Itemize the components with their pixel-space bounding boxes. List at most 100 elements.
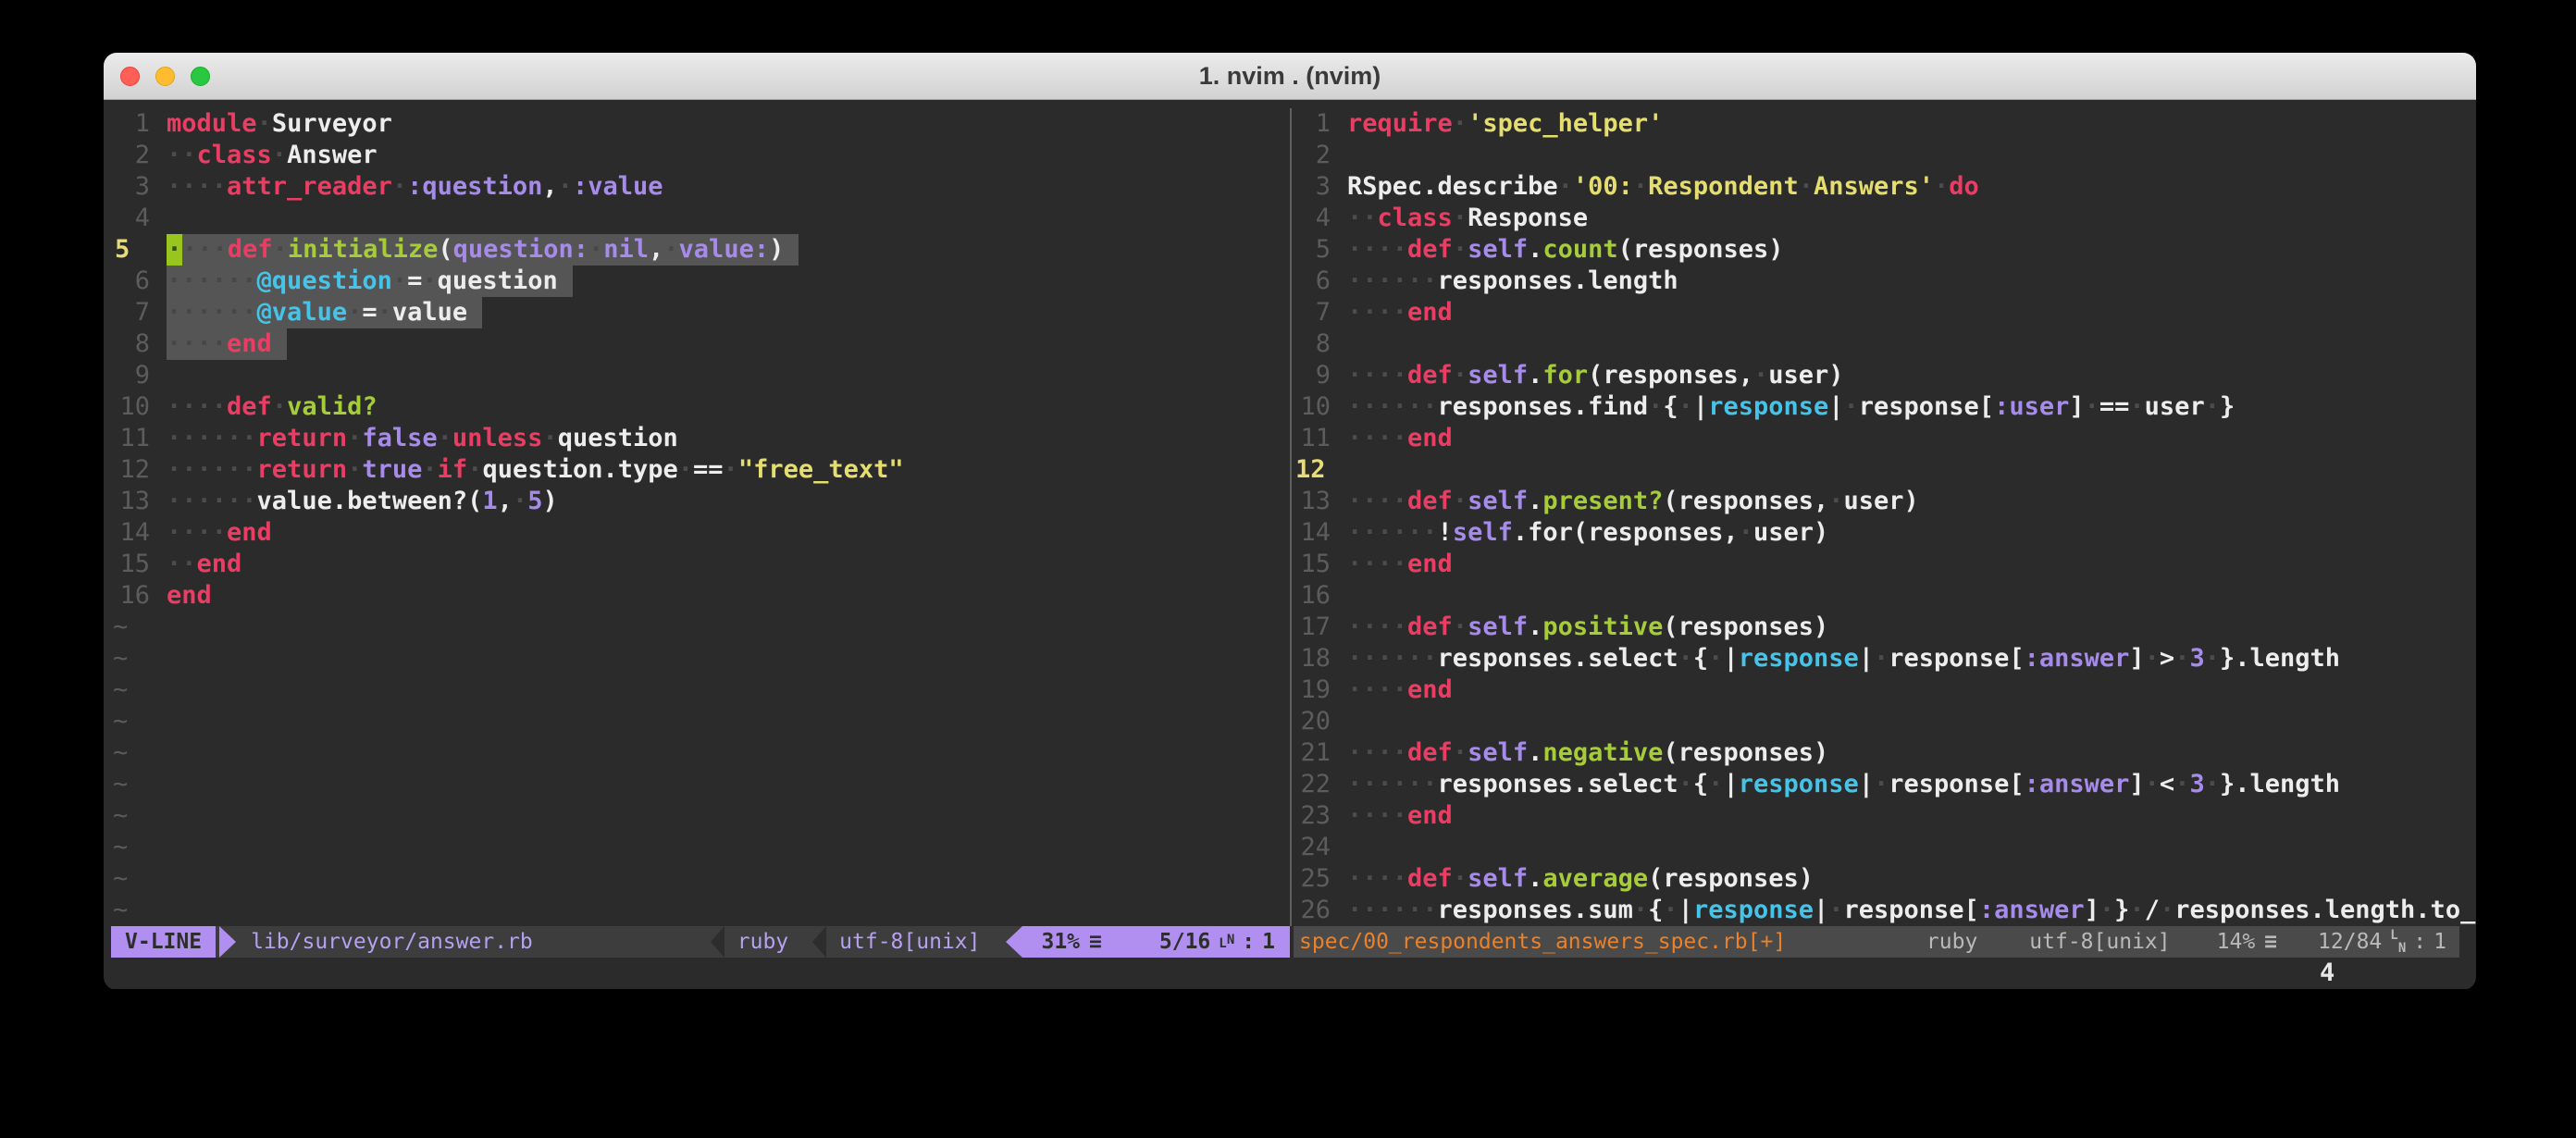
code-text: ······@question·=·question: [167, 266, 573, 297]
code-text: ····end: [1347, 674, 1453, 706]
code-text: ······responses.find·{·|response|·respon…: [1347, 391, 2235, 423]
code-text: module·Surveyor: [167, 108, 392, 140]
active-filename: lib/surveyor/answer.rb: [251, 930, 533, 954]
line-number: 3: [113, 171, 150, 203]
code-line[interactable]: 2··class·Answer: [113, 140, 1288, 171]
empty-buffer-line: ~: [113, 706, 1288, 737]
code-line[interactable]: 13······value.between?(1,·5): [113, 486, 1288, 517]
tilde-marker: ~: [113, 800, 128, 832]
code-line[interactable]: 20: [1294, 706, 2476, 737]
line-number: 14: [1294, 517, 1331, 549]
code-text: ······responses.sum·{·|response|·respons…: [1347, 895, 2476, 926]
scroll-percent: 31%: [1041, 926, 1080, 958]
line-number: 13: [113, 486, 150, 517]
code-line[interactable]: 1require·'spec_helper': [1294, 108, 2476, 140]
zoom-button-icon[interactable]: [191, 67, 210, 86]
code-line[interactable]: 21····def·self.negative(responses): [1294, 737, 2476, 769]
code-line[interactable]: 9····def·self.for(responses,·user): [1294, 360, 2476, 391]
code-line[interactable]: 5 ····def·self.count(responses): [1294, 234, 2476, 266]
code-line[interactable]: 4: [113, 203, 1288, 234]
code-line[interactable]: 2: [1294, 140, 2476, 171]
code-line[interactable]: 24: [1294, 832, 2476, 863]
code-line[interactable]: 11····end: [1294, 423, 2476, 454]
code-text: ··class·Response: [1347, 203, 1588, 234]
code-line[interactable]: 15····end: [1294, 549, 2476, 580]
window-split-divider[interactable]: [1290, 108, 1292, 926]
code-text: ··class·Answer: [167, 140, 378, 171]
code-line[interactable]: 11······return·false·unless·question: [113, 423, 1288, 454]
code-line[interactable]: 17····def·self.positive(responses): [1294, 612, 2476, 643]
powerline-arrow-right-icon: [219, 926, 236, 958]
code-text: RSpec.describe·'00:·Respondent·Answers'·…: [1347, 171, 1979, 203]
cursor-position-segment: 31% ≡ 5/16 LN : 1: [1022, 926, 1290, 958]
inactive-filename: spec/00_respondents_answers_spec.rb[+]: [1299, 930, 1786, 954]
minimize-button-icon[interactable]: [155, 67, 175, 86]
line-number: 22: [1294, 769, 1331, 800]
line-number: 10: [1294, 391, 1331, 423]
code-line[interactable]: 8····end: [113, 328, 1288, 360]
close-button-icon[interactable]: [120, 67, 140, 86]
code-line[interactable]: 8: [1294, 328, 2476, 360]
code-text: ····def·self.positive(responses): [1347, 612, 1828, 643]
editor-pane-left[interactable]: 1module·Surveyor2··class·Answer3····attr…: [113, 108, 1288, 926]
code-line[interactable]: 10····def·valid?: [113, 391, 1288, 423]
cursor-block: ·: [167, 234, 182, 266]
line-number: 3: [1294, 171, 1331, 203]
powerline-arrow-left-icon: [1006, 926, 1022, 958]
code-line[interactable]: 7······@value·=·value: [113, 297, 1288, 328]
code-line[interactable]: 6······responses.length: [1294, 266, 2476, 297]
line-number: 25: [1294, 863, 1331, 895]
code-text: ····def·self.for(responses,·user): [1347, 360, 1844, 391]
line-number: 15: [113, 549, 150, 580]
code-line[interactable]: 12: [1294, 454, 2476, 486]
tilde-marker: ~: [113, 769, 128, 800]
line-number: 12: [1294, 454, 1331, 486]
code-text: ······return·true·if·question.type·==·"f…: [167, 454, 904, 486]
code-line[interactable]: 25····def·self.average(responses): [1294, 863, 2476, 895]
visual-selection: ···def·initialize(question:·nil,·value:): [182, 234, 799, 266]
code-line[interactable]: 6······@question·=·question: [113, 266, 1288, 297]
line-number: 8: [113, 328, 150, 360]
code-line[interactable]: 22 ······responses.select·{·|response|·re…: [1294, 769, 2476, 800]
code-line[interactable]: 4 ··class·Response: [1294, 203, 2476, 234]
vim-mode-indicator: V-LINE: [111, 926, 216, 958]
tilde-marker: ~: [113, 895, 128, 926]
code-text: ····def·self.count(responses): [1347, 234, 1783, 266]
code-line[interactable]: 14····end: [113, 517, 1288, 549]
code-line[interactable]: 12······return·true·if·question.type·==·…: [113, 454, 1288, 486]
code-line[interactable]: 16end: [113, 580, 1288, 612]
code-line[interactable]: 14 ······!self.for(responses,·user): [1294, 517, 2476, 549]
tilde-marker: ~: [113, 737, 128, 769]
code-line[interactable]: 10 ······responses.find·{·|response|·resp…: [1294, 391, 2476, 423]
code-line[interactable]: 26······responses.sum·{·|response|·respo…: [1294, 895, 2476, 926]
line-number: 8: [1294, 328, 1331, 360]
line-number: 5: [1294, 234, 1331, 266]
code-line[interactable]: 9: [113, 360, 1288, 391]
code-line[interactable]: 1module·Surveyor: [113, 108, 1288, 140]
code-line[interactable]: 5····def·initialize(question:·nil,·value…: [113, 234, 1288, 266]
code-text: ····def·self.present?(responses,·user): [1347, 486, 1919, 517]
code-line[interactable]: 15 ··end: [113, 549, 1288, 580]
code-line[interactable]: 13····def·self.present?(responses,·user): [1294, 486, 2476, 517]
line-number: 19: [1294, 674, 1331, 706]
editor-pane-right[interactable]: 1require·'spec_helper'23 RSpec.describe·'…: [1294, 108, 2476, 926]
window-titlebar[interactable]: 1. nvim . (nvim): [104, 53, 2476, 100]
code-line[interactable]: 18······responses.select·{·|response|·re…: [1294, 643, 2476, 674]
code-line[interactable]: 3····attr_reader·:question,·:value: [113, 171, 1288, 203]
window-title: 1. nvim . (nvim): [1199, 62, 1381, 91]
code-text: ····def·initialize(question:·nil,·value:…: [167, 234, 799, 266]
powerline-arrow-left-icon: [812, 926, 826, 958]
nvim-terminal[interactable]: 1module·Surveyor2··class·Answer3····attr…: [104, 100, 2476, 989]
code-line[interactable]: 16: [1294, 580, 2476, 612]
code-line[interactable]: 7····end: [1294, 297, 2476, 328]
code-line[interactable]: 19 ····end: [1294, 674, 2476, 706]
code-text: ····end: [167, 517, 272, 549]
code-line[interactable]: 23····end: [1294, 800, 2476, 832]
line-number: 20: [1294, 706, 1331, 737]
code-text: ··end: [167, 549, 242, 580]
line-number: 4: [1294, 203, 1331, 234]
line-number-icon: LN: [1218, 928, 1234, 956]
code-text: ······!self.for(responses,·user): [1347, 517, 1828, 549]
code-text: ······responses.select·{·|response|·resp…: [1347, 769, 2340, 800]
code-line[interactable]: 3 RSpec.describe·'00:·Respondent·Answers'…: [1294, 171, 2476, 203]
